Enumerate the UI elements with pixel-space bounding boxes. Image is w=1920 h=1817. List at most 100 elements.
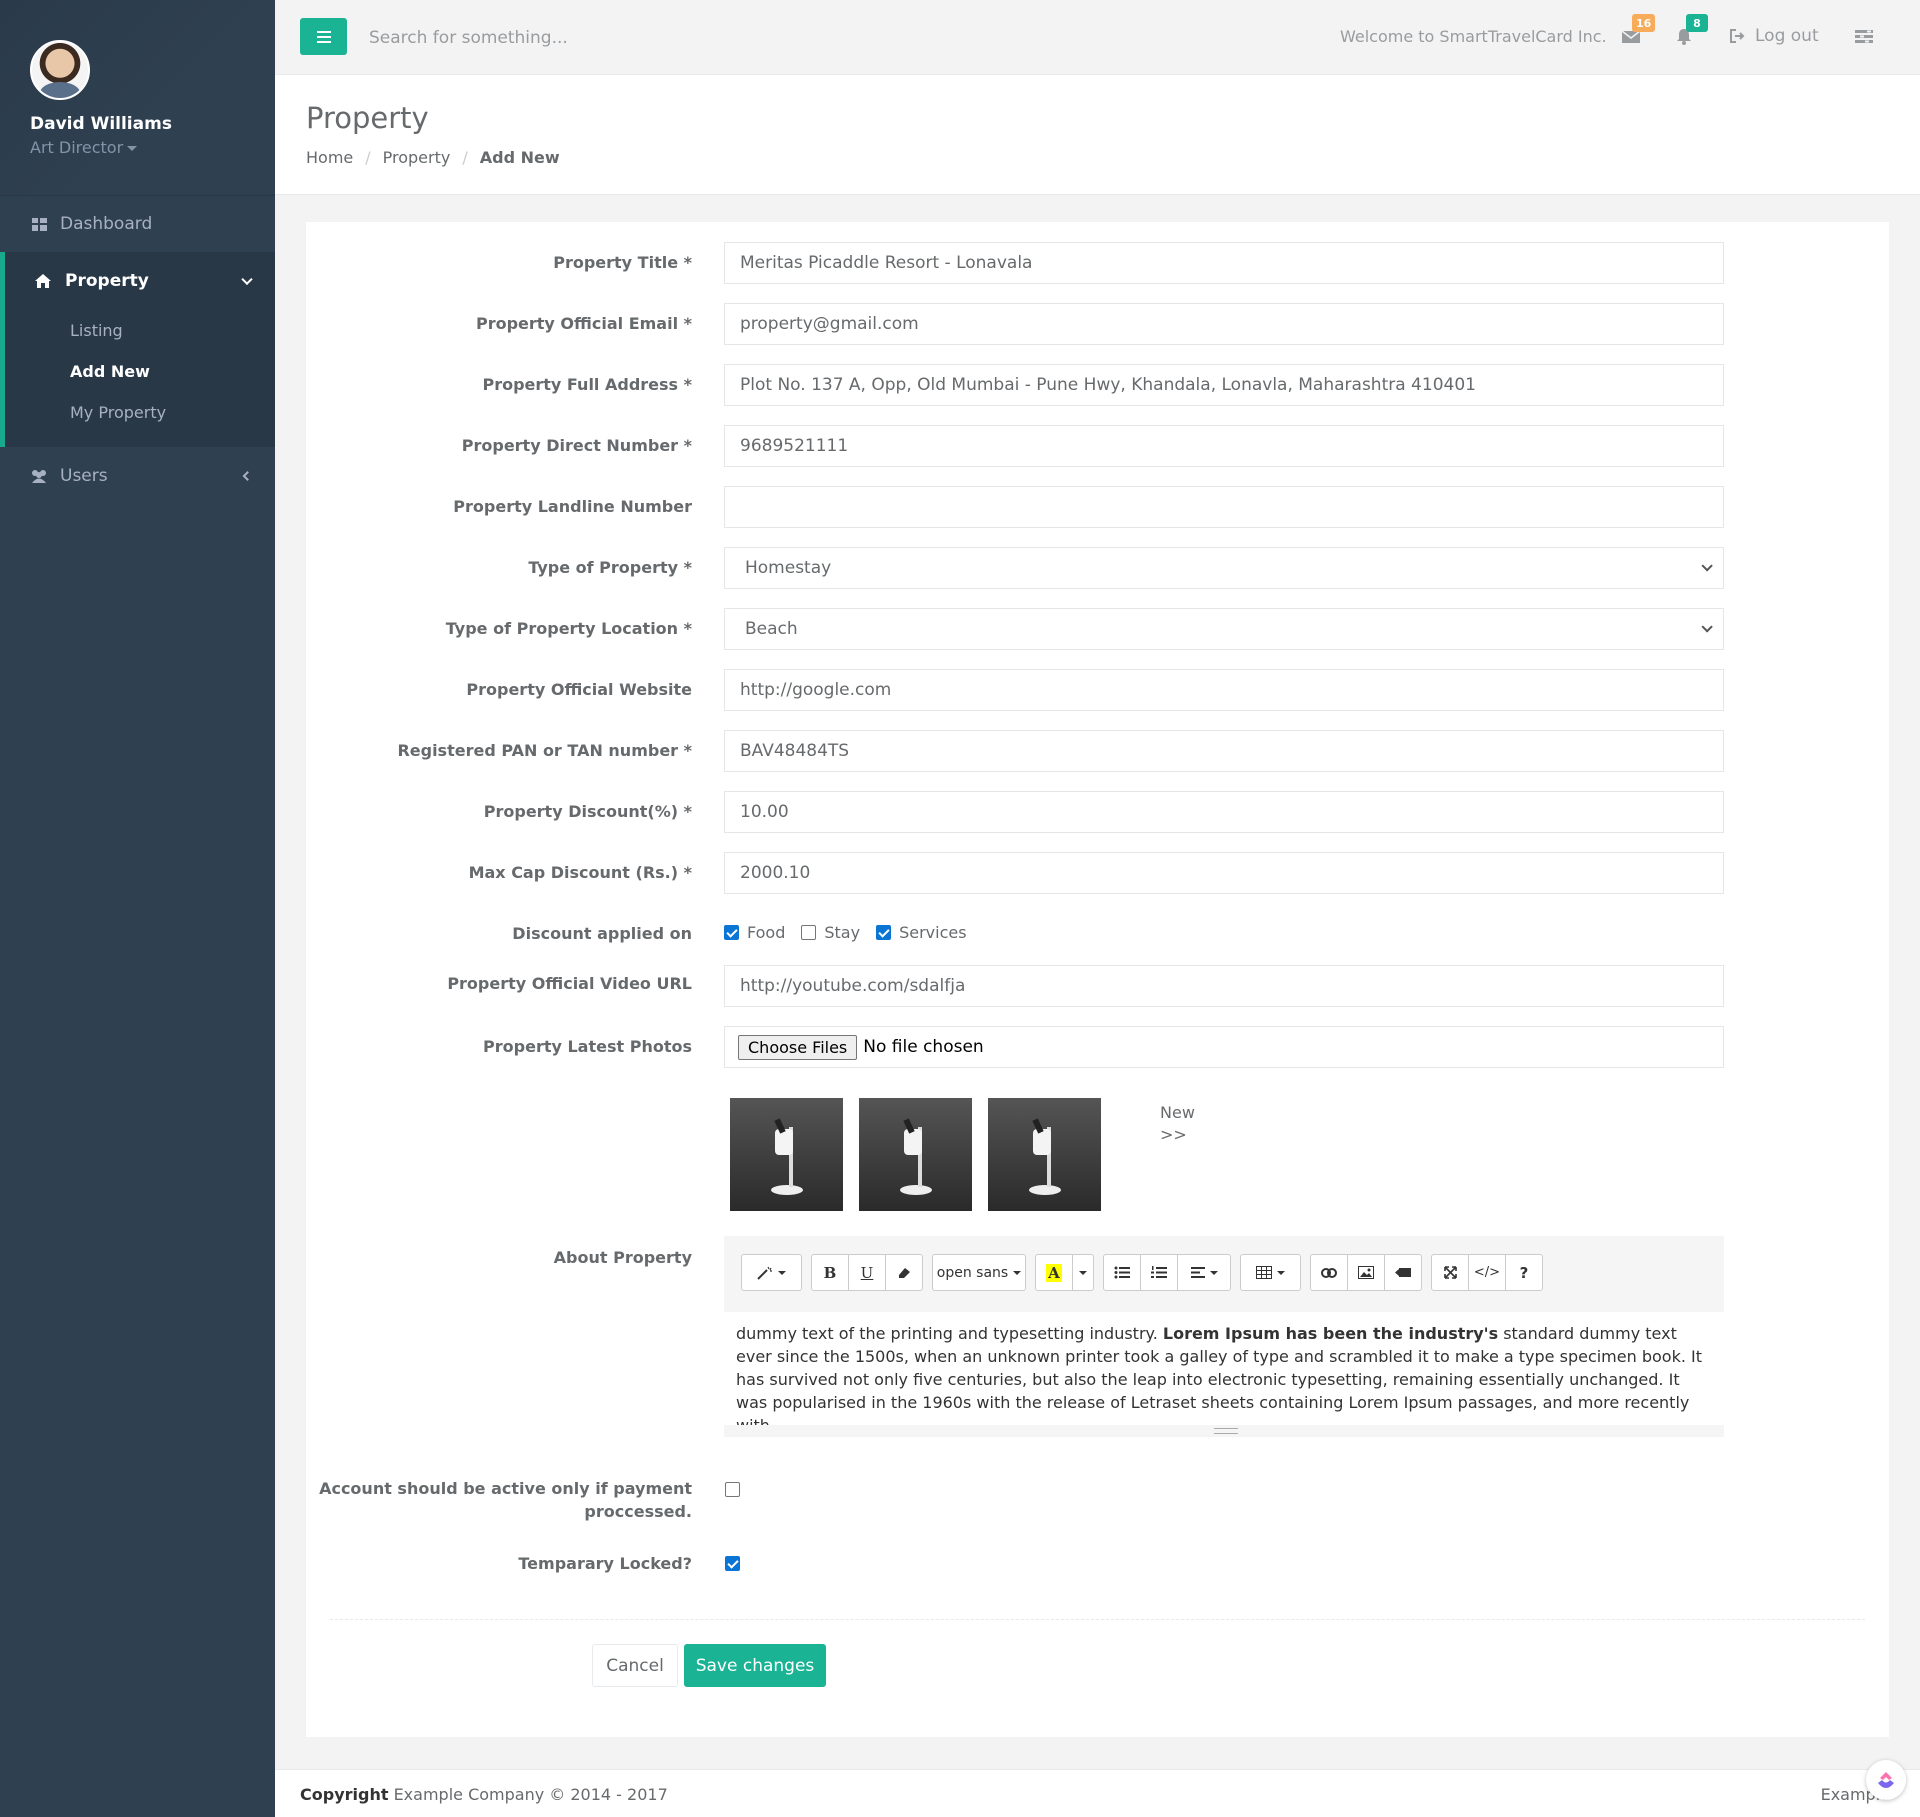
bullet-list-button[interactable] [1103,1254,1141,1291]
photos-label: Property Latest Photos [483,1037,692,1056]
discount-applied-label: Discount applied on [512,924,692,943]
property-location-select[interactable]: Beach [724,608,1724,650]
code-icon: </> [1473,1265,1501,1280]
services-checkbox[interactable] [876,925,892,940]
text-color-button[interactable]: A [1035,1254,1073,1291]
photos-file-input[interactable]: Choose Files No file chosen [724,1026,1724,1068]
new-photos-link[interactable]: New >> [1160,1102,1195,1146]
discount-applied-checkboxes: Food Stay Services [724,923,983,942]
hamburger-icon [316,30,331,43]
image-button[interactable] [1347,1254,1385,1291]
sidebar-item-users[interactable]: Users [0,447,275,504]
property-direct-number-input[interactable]: 9689521111 [724,425,1724,467]
property-direct-number-label: Property Direct Number * [461,436,692,455]
food-checkbox[interactable] [724,925,739,940]
pan-number-label: Registered PAN or TAN number * [397,741,692,760]
save-changes-button[interactable]: Save changes [684,1644,826,1687]
eraser-button[interactable] [885,1254,923,1291]
stay-checkbox-option[interactable]: Stay [801,923,860,942]
breadcrumb-current: Add New [479,148,560,167]
sidebar-subitem-add-new[interactable]: Add New [5,351,275,392]
profile-role-dropdown[interactable]: Art Director [30,138,275,157]
code-view-button[interactable]: </> [1468,1254,1506,1291]
property-discount-label: Property Discount(%) * [483,802,692,821]
link-button[interactable] [1310,1254,1348,1291]
editor-content[interactable]: dummy text of the printing and typesetti… [724,1312,1724,1435]
pan-number-input[interactable]: BAV48484TS [724,730,1724,772]
property-title-input[interactable]: Meritas Picaddle Resort - Lonavala [724,242,1724,284]
choose-files-button[interactable]: Choose Files [738,1034,858,1060]
search-input[interactable] [365,20,865,56]
users-icon [30,469,48,483]
copyright-bold: Copyright [300,1785,389,1804]
editor-resize-handle[interactable] [724,1425,1724,1437]
bold-button[interactable]: B [811,1254,849,1291]
photo-thumbnail[interactable] [859,1098,972,1211]
property-type-label: Type of Property * [528,558,692,577]
sidebar-item-property[interactable]: Property [5,252,275,310]
sidebar-subitem-listing[interactable]: Listing [5,310,275,351]
active-payment-checkbox[interactable] [725,1482,740,1497]
property-landline-input[interactable] [724,486,1724,528]
ordered-list-icon [1151,1266,1167,1278]
photo-thumbnail[interactable] [730,1098,843,1211]
copyright-text: Example Company © 2014 - 2017 [388,1785,668,1804]
table-icon [1256,1266,1272,1279]
fullscreen-button[interactable] [1431,1254,1469,1291]
label-line: Account should be active only if payment [319,1479,692,1498]
property-title-label: Property Title * [553,253,692,272]
video-url-input[interactable]: http://youtube.com/sdalfja [724,965,1724,1007]
checkbox-label: Food [747,923,786,942]
breadcrumb-home[interactable]: Home [306,148,353,167]
welcome-message: Welcome to SmartTravelCard Inc. [1340,27,1607,46]
property-type-select[interactable]: Homestay [724,547,1724,589]
photo-gallery: New >> [306,1098,1889,1211]
avatar[interactable] [30,40,90,100]
video-button[interactable] [1384,1254,1422,1291]
label-line: proccessed. [584,1502,692,1521]
notifications-button[interactable]: 8 [1676,14,1708,46]
logout-link[interactable]: Log out [1730,26,1819,46]
help-button[interactable]: ? [1505,1254,1543,1291]
property-form: Property Title * Meritas Picaddle Resort… [306,222,1889,1737]
chevron-down-icon [1701,560,1713,572]
tasks-icon [1855,30,1873,43]
services-checkbox-option[interactable]: Services [876,923,967,942]
checkbox-label: Services [899,923,967,942]
breadcrumb-property[interactable]: Property [383,148,451,167]
sidebar-item-dashboard[interactable]: Dashboard [0,195,275,252]
font-family-dropdown[interactable]: open sans [932,1254,1026,1291]
ordered-list-button[interactable] [1140,1254,1178,1291]
property-discount-input[interactable]: 10.00 [724,791,1724,833]
stay-checkbox[interactable] [801,925,817,940]
property-website-label: Property Official Website [466,680,692,699]
property-email-label: Property Official Email * [475,314,692,333]
food-checkbox-option[interactable]: Food [724,923,785,942]
paragraph-align-dropdown[interactable] [1177,1254,1231,1291]
page-title: Property [306,101,429,135]
text-color-dropdown[interactable] [1072,1254,1094,1291]
rich-text-editor: B U open sans A </> ? dummy text of the … [724,1236,1724,1437]
breadcrumb: Home / Property / Add New [306,148,560,167]
about-property-label: About Property [553,1248,692,1267]
right-sidebar-toggle[interactable] [1855,29,1873,48]
temporary-locked-checkbox[interactable] [725,1556,740,1571]
messages-button[interactable]: 16 [1621,14,1656,46]
clickup-widget-button[interactable] [1866,1760,1906,1800]
menu-toggle-button[interactable] [300,18,347,55]
cancel-button[interactable]: Cancel [592,1644,678,1687]
property-email-input[interactable]: property@gmail.com [724,303,1724,345]
bullet-list-icon [1114,1266,1130,1279]
photo-thumbnail[interactable] [988,1098,1101,1211]
property-location-label: Type of Property Location * [445,619,692,638]
max-cap-discount-input[interactable]: 2000.10 [724,852,1724,894]
checkbox-label: Stay [824,923,861,942]
footer: Copyright Example Company © 2014 - 2017 … [275,1769,1920,1817]
table-button[interactable] [1240,1254,1301,1291]
property-website-input[interactable]: http://google.com [724,669,1724,711]
property-address-input[interactable]: Plot No. 137 A, Opp, Old Mumbai - Pune H… [724,364,1724,406]
video-url-label: Property Official Video URL [447,974,692,993]
style-button[interactable] [741,1254,802,1291]
underline-button[interactable]: U [848,1254,886,1291]
sidebar-subitem-my-property[interactable]: My Property [5,392,275,433]
